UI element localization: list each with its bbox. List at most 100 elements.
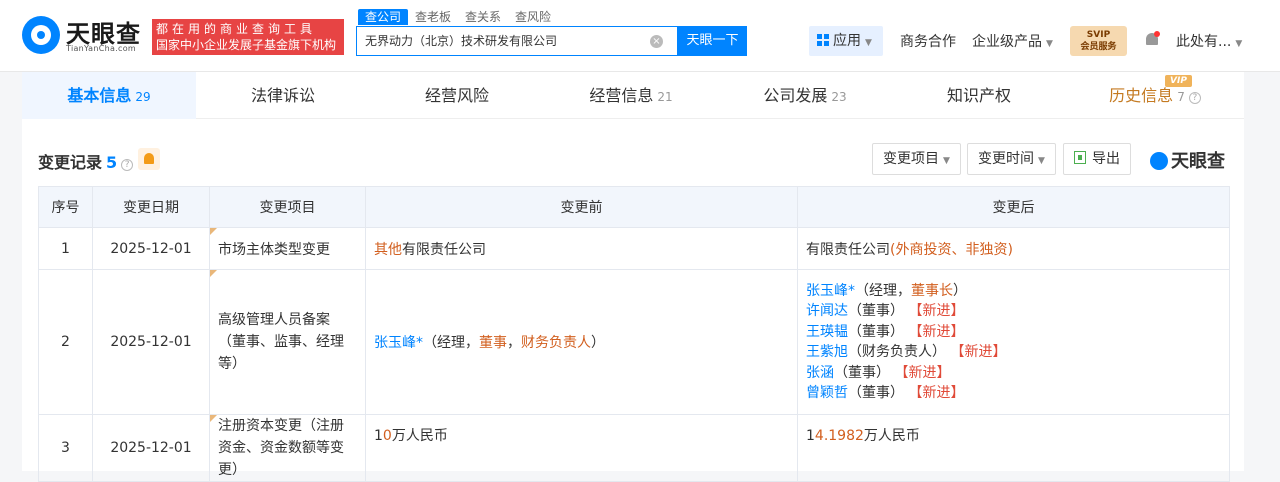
logo-icon bbox=[22, 16, 60, 54]
row-number: 2 bbox=[38, 269, 93, 415]
tab-count: 29 bbox=[135, 90, 151, 104]
user-menu[interactable]: 此处有... ▼ bbox=[1176, 31, 1242, 51]
company-detail-card: 基本信息 29 法律诉讼 经营风险 经营信息 21 公司发展 23 知识产权 历史信息… bbox=[22, 72, 1244, 482]
person-link[interactable]: 张玉峰* bbox=[374, 335, 423, 351]
role-text: （董事） bbox=[848, 385, 904, 401]
dropdown-label: 变更时间 bbox=[978, 151, 1034, 167]
role-text: （经理， bbox=[855, 282, 911, 299]
new-tag: 【新进】 bbox=[950, 344, 1007, 360]
after-value: 有限责任公司(外商投资、非独资) bbox=[797, 227, 1230, 270]
search-button[interactable]: 天眼一下 bbox=[678, 26, 747, 56]
slogan-line1: 都在用的商业查询工具 bbox=[156, 22, 317, 36]
logo-subtext: TianYanCha.com bbox=[66, 44, 136, 53]
tab-count: 23 bbox=[831, 90, 847, 104]
tab-basic-info[interactable]: 基本信息 29 bbox=[22, 72, 196, 119]
chevron-down-icon: ▼ bbox=[865, 38, 872, 48]
highlight-text: 董事长 bbox=[911, 282, 953, 299]
person-link[interactable]: 王瑛韫 bbox=[806, 324, 848, 340]
svip-label: SVIP bbox=[1086, 30, 1111, 40]
person-link[interactable]: 张玉峰* bbox=[806, 283, 855, 299]
change-item-text: 注册资本变更（注册资金、资金数额等变更） bbox=[218, 418, 344, 478]
enterprise-products-menu[interactable]: 企业级产品 ▼ bbox=[972, 31, 1053, 51]
apps-label: 应用 bbox=[833, 33, 861, 49]
search-tab-boss[interactable]: 查老板 bbox=[408, 9, 458, 25]
logo-icon bbox=[1150, 152, 1168, 170]
tab-operating-risk[interactable]: 经营风险 bbox=[370, 72, 544, 119]
role-text: （经理， bbox=[423, 335, 479, 351]
notification-bell-icon[interactable] bbox=[1144, 31, 1160, 49]
person-link[interactable]: 张涵 bbox=[806, 365, 834, 381]
value-text: 有限责任公司 bbox=[806, 241, 890, 258]
tab-legal[interactable]: 法律诉讼 bbox=[196, 72, 370, 119]
chevron-down-icon: ▼ bbox=[1038, 156, 1045, 166]
person-link[interactable]: 曾颖哲 bbox=[806, 385, 848, 401]
clear-icon[interactable]: × bbox=[650, 35, 663, 48]
chevron-down-icon: ▼ bbox=[943, 156, 950, 166]
help-icon[interactable]: ? bbox=[121, 159, 134, 171]
change-item: 注册资本变更（注册资金、资金数额等变更） bbox=[209, 414, 366, 482]
tianyancha-watermark: 天眼查 bbox=[1150, 147, 1225, 173]
change-item-text: 市场主体类型变更 bbox=[218, 241, 330, 258]
search-tab-relation[interactable]: 查关系 bbox=[458, 9, 508, 25]
corner-flag bbox=[210, 415, 217, 422]
tab-development[interactable]: 公司发展 23 bbox=[718, 72, 892, 119]
role-text: （董事） bbox=[848, 303, 904, 319]
table-header-row: 序号 变更日期 变更项目 变更前 变更后 bbox=[38, 186, 1230, 228]
change-item-text: 高级管理人员备案（董事、监事、经理等） bbox=[218, 312, 344, 372]
dropdown-label: 变更项目 bbox=[883, 151, 939, 167]
highlight-text: 财务负责人 bbox=[521, 335, 591, 351]
tab-history[interactable]: 历史信息 7? bbox=[1066, 72, 1244, 119]
highlight-text: 4.1982 bbox=[814, 428, 864, 444]
tab-label: 知识产权 bbox=[946, 86, 1011, 105]
column-header: 变更后 bbox=[797, 186, 1230, 228]
person-entry: 张涵（董事） 【新进】 bbox=[806, 363, 1221, 384]
business-cooperation-link[interactable]: 商务合作 bbox=[900, 31, 956, 51]
role-text: （董事） bbox=[848, 323, 904, 340]
after-value: 张玉峰*（经理，董事长） 许闻达（董事） 【新进】 王瑛韫（董事） 【新进】 王… bbox=[797, 269, 1230, 415]
top-header: 天眼查 TianYanCha.com 都在用的商业查询工具 国家中小企业发展子基… bbox=[0, 0, 1280, 72]
tianyancha-logo[interactable]: 天眼查 TianYanCha.com bbox=[22, 14, 150, 58]
search-tab-risk[interactable]: 查风险 bbox=[508, 9, 558, 25]
value-text: 1 bbox=[806, 428, 815, 444]
value-text: 万人民币 bbox=[863, 428, 920, 444]
tab-count: 7 bbox=[1177, 90, 1185, 104]
search-input[interactable]: 无界动力（北京）技术研发有限公司 × bbox=[356, 26, 678, 56]
export-button[interactable]: 导出 bbox=[1063, 143, 1131, 175]
tab-operating-info[interactable]: 经营信息 21 bbox=[544, 72, 718, 119]
tab-label: 经营风险 bbox=[424, 86, 489, 105]
before-value: 其他有限责任公司 bbox=[365, 227, 798, 270]
filter-change-item-dropdown[interactable]: 变更项目 ▼ bbox=[872, 143, 961, 175]
row-number: 1 bbox=[38, 227, 93, 270]
role-text: ， bbox=[507, 335, 521, 351]
person-entry: 王紫旭（财务负责人） 【新进】 bbox=[806, 342, 1221, 363]
svip-service-label: 会员服务 bbox=[1080, 42, 1117, 52]
column-header: 变更项目 bbox=[209, 186, 366, 228]
person-entry: 许闻达（董事） 【新进】 bbox=[806, 301, 1221, 322]
new-tag: 【新进】 bbox=[908, 323, 965, 340]
help-icon[interactable]: ? bbox=[1188, 92, 1201, 104]
monitor-bell-icon[interactable] bbox=[138, 148, 160, 170]
tab-label: 基本信息 bbox=[67, 86, 132, 105]
tab-ip[interactable]: 知识产权 bbox=[892, 72, 1066, 119]
change-date: 2025-12-01 bbox=[92, 269, 210, 415]
tab-count: 21 bbox=[657, 90, 673, 104]
apps-menu-button[interactable]: 应用 ▼ bbox=[809, 26, 883, 56]
column-header: 变更日期 bbox=[92, 186, 210, 228]
chevron-down-icon: ▼ bbox=[1046, 39, 1053, 49]
search-tab-company[interactable]: 查公司 bbox=[358, 9, 409, 25]
filter-change-time-dropdown[interactable]: 变更时间 ▼ bbox=[967, 143, 1056, 175]
change-item: 市场主体类型变更 bbox=[209, 227, 366, 270]
new-tag: 【新进】 bbox=[908, 303, 965, 319]
highlight-text: 董事 bbox=[479, 335, 507, 351]
user-name: 此处有... bbox=[1176, 34, 1232, 50]
change-date: 2025-12-01 bbox=[92, 227, 210, 270]
search-input-value: 无界动力（北京）技术研发有限公司 bbox=[365, 34, 558, 48]
person-entry: 张玉峰*（经理，董事长） bbox=[806, 281, 1221, 302]
enterprise-products-label: 企业级产品 bbox=[972, 34, 1042, 50]
section-count: 5 bbox=[106, 153, 118, 172]
person-entry: 曾颖哲（董事） 【新进】 bbox=[806, 383, 1221, 404]
person-link[interactable]: 王紫旭 bbox=[806, 344, 848, 360]
svip-membership-button[interactable]: SVIP 会员服务 bbox=[1070, 26, 1127, 56]
person-link[interactable]: 许闻达 bbox=[806, 303, 848, 319]
export-label: 导出 bbox=[1092, 151, 1120, 167]
